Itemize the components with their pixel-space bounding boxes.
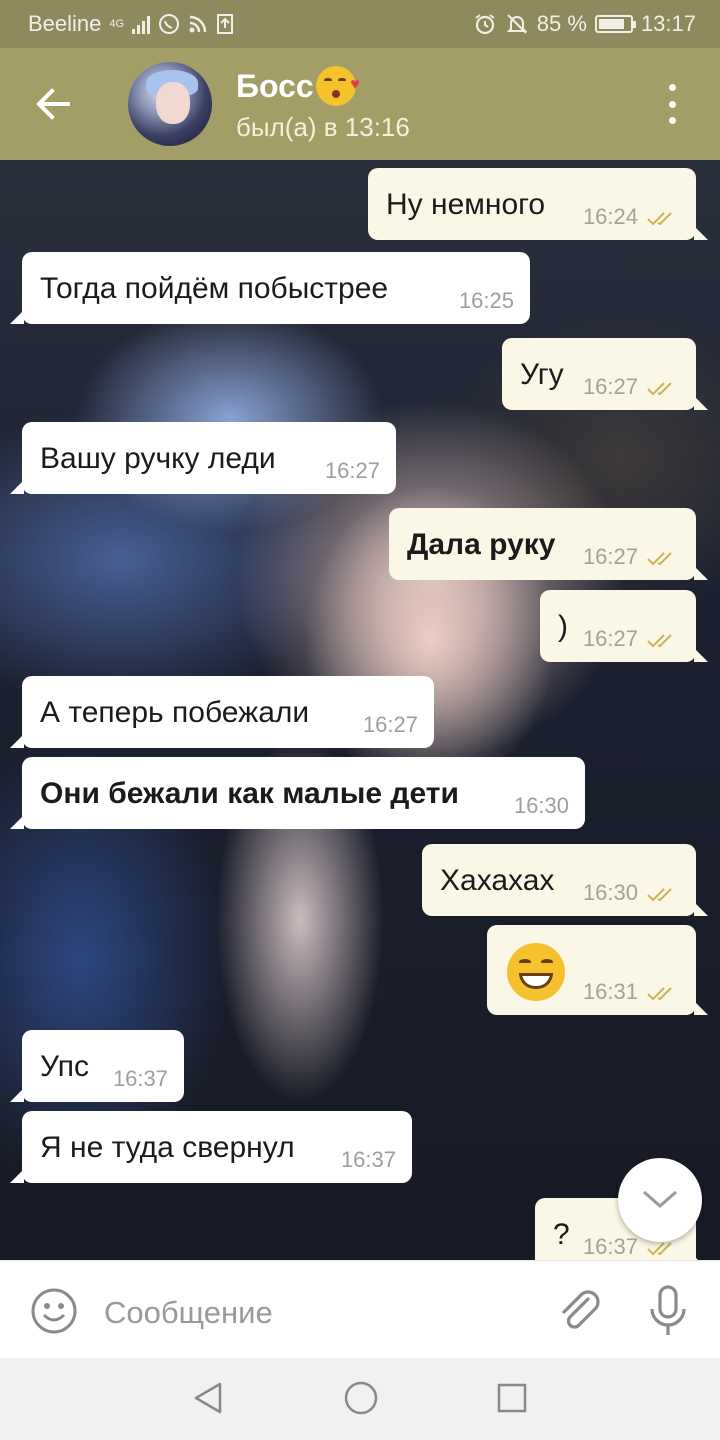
message-input-bar: Сообщение	[0, 1260, 720, 1358]
message-bubble[interactable]: Хахахах 16:30	[422, 844, 708, 916]
emoji-smile-icon[interactable]	[30, 1287, 78, 1335]
message-time: 16:27	[582, 374, 638, 399]
message-time: 16:37	[112, 1066, 168, 1091]
kissing-heart-emoji-icon: ♥	[315, 66, 360, 106]
message-list[interactable]: Ну немного 16:24 Тогда пойдём побыстрее …	[0, 160, 720, 1260]
message-text: Вашу ручку леди	[40, 442, 276, 475]
message-text: Тогда пойдём побыстрее	[40, 272, 389, 305]
nav-back-icon[interactable]	[190, 1380, 226, 1416]
contact-name-text: Босс	[236, 67, 314, 104]
message-text: А теперь побежали	[40, 696, 310, 729]
message-time: 16:30	[513, 793, 569, 818]
upload-icon	[217, 14, 234, 34]
more-options-icon[interactable]	[660, 84, 684, 124]
message-text: ?	[553, 1218, 570, 1251]
read-double-check-icon	[647, 552, 672, 566]
back-arrow-icon[interactable]	[28, 78, 80, 130]
read-double-check-icon	[647, 987, 672, 1001]
chevron-down-icon	[643, 1190, 677, 1208]
message-bubble[interactable]: Дала руку 16:27	[389, 508, 708, 580]
message-text: Я не туда свернул	[40, 1131, 295, 1164]
mute-icon	[506, 14, 528, 34]
read-double-check-icon	[647, 212, 672, 226]
message-bubble[interactable]: Они бежали как малые дети 16:30	[10, 757, 585, 829]
paperclip-icon[interactable]	[552, 1283, 604, 1335]
message-time: 16:37	[582, 1234, 638, 1259]
message-text: Хахахах	[440, 864, 555, 897]
read-double-check-icon	[647, 888, 672, 902]
read-double-check-icon	[647, 382, 672, 396]
message-text: Дала руку	[407, 528, 556, 561]
message-bubble[interactable]: А теперь побежали 16:27	[10, 676, 434, 748]
last-seen-status: был(а) в 13:16	[236, 112, 410, 142]
message-time: 16:27	[582, 626, 638, 651]
message-time: 16:27	[324, 458, 380, 483]
signal-icon	[132, 14, 151, 34]
message-bubble[interactable]: 16:31	[487, 925, 708, 1015]
message-bubble[interactable]: Тогда пойдём побыстрее 16:25	[10, 252, 530, 324]
network-type-label: 4G	[109, 17, 125, 30]
battery-percent: 85 %	[536, 11, 587, 36]
read-double-check-icon	[647, 1242, 672, 1256]
microphone-icon[interactable]	[644, 1283, 692, 1339]
message-time: 16:31	[582, 979, 638, 1004]
message-bubble[interactable]: Я не туда свернул 16:37	[10, 1111, 412, 1183]
message-time: 16:25	[458, 288, 514, 313]
rss-icon	[189, 15, 207, 33]
message-text: Упс	[40, 1050, 89, 1083]
message-text: )	[558, 610, 568, 643]
read-double-check-icon	[647, 634, 672, 648]
message-text: Ну немного	[386, 188, 546, 221]
message-time: 16:27	[582, 544, 638, 569]
message-text: Они бежали как малые дети	[40, 777, 459, 810]
avatar[interactable]	[128, 62, 212, 146]
message-bubble[interactable]: Ну немного 16:24	[368, 168, 708, 240]
message-time: 16:37	[340, 1147, 396, 1172]
message-input[interactable]: Сообщение	[104, 1295, 273, 1331]
message-time: 16:27	[362, 712, 418, 737]
message-text: Угу	[520, 358, 564, 391]
grinning-emoji-icon	[507, 943, 565, 1001]
nav-recent-apps-icon[interactable]	[496, 1382, 528, 1414]
message-bubble[interactable]: Вашу ручку леди 16:27	[10, 422, 396, 494]
clock: 13:17	[640, 11, 696, 36]
system-navigation-bar	[0, 1358, 720, 1440]
alarm-icon	[475, 14, 495, 35]
message-time: 16:30	[582, 880, 638, 905]
chat-header: Босс ♥ был(а) в 13:16	[0, 48, 720, 160]
carrier-label: Beeline	[28, 11, 102, 36]
battery-icon	[594, 15, 636, 33]
message-time: 16:24	[582, 204, 638, 229]
whatsapp-icon	[159, 14, 180, 34]
scroll-to-bottom-button[interactable]	[618, 1158, 702, 1242]
message-bubble[interactable]: Угу 16:27	[502, 338, 708, 410]
status-bar: Beeline 4G 85 % 13:17	[0, 0, 720, 48]
nav-home-icon[interactable]	[343, 1380, 379, 1416]
contact-name[interactable]: Босс ♥	[236, 66, 360, 106]
message-bubble[interactable]: Упс 16:37	[10, 1030, 184, 1102]
message-bubble[interactable]: ) 16:27	[540, 590, 708, 662]
